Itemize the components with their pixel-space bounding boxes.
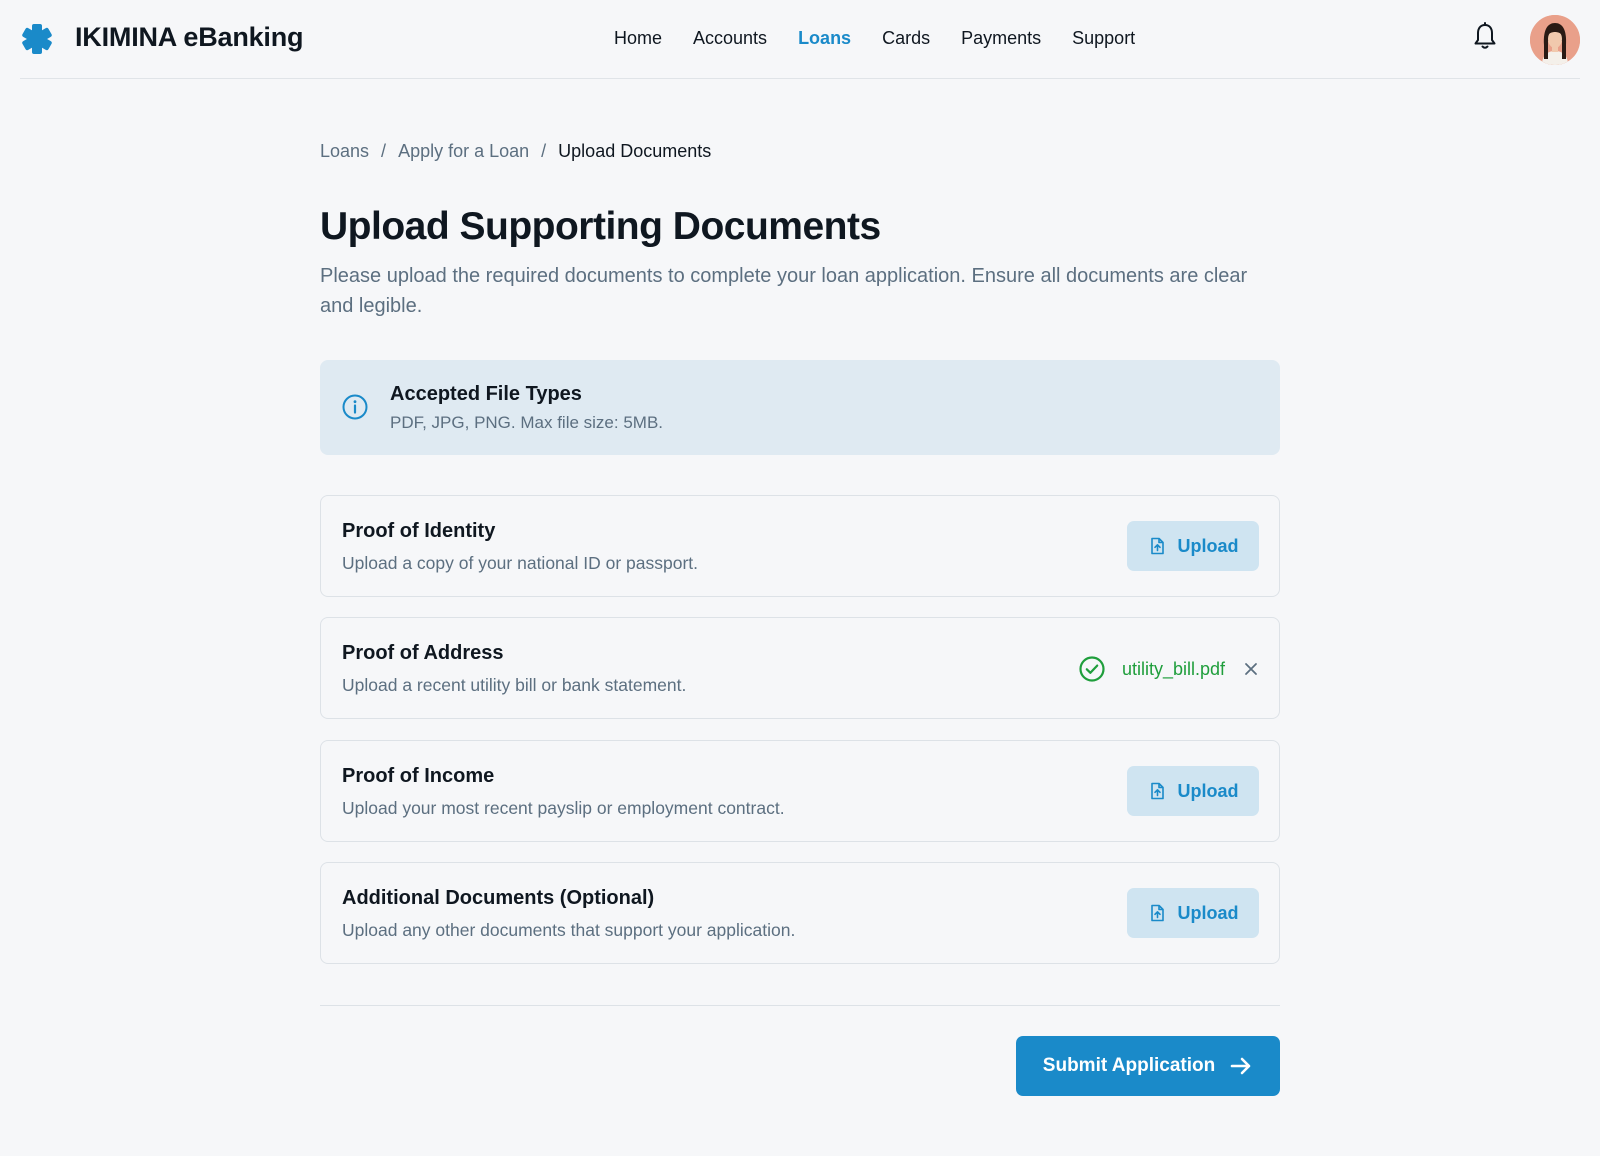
uploaded-file: utility_bill.pdf (1078, 655, 1259, 683)
info-title: Accepted File Types (390, 383, 582, 405)
file-upload-icon (1150, 537, 1164, 555)
document-title: Proof of Address (342, 642, 504, 664)
file-upload-icon (1150, 904, 1164, 922)
nav-payments[interactable]: Payments (961, 28, 1041, 49)
upload-button-label: Upload (1177, 780, 1239, 801)
nav-home[interactable]: Home (614, 28, 662, 49)
document-description: Upload a copy of your national ID or pas… (342, 553, 699, 573)
document-title: Proof of Income (342, 765, 495, 787)
submit-button-label: Submit Application (1042, 1055, 1216, 1076)
top-header: IKIMINA eBanking Home Accounts Loans Car… (20, 0, 1580, 79)
upload-button-label: Upload (1177, 535, 1239, 556)
section-divider (320, 1005, 1280, 1006)
document-description: Upload a recent utility bill or bank sta… (342, 675, 687, 695)
breadcrumb: Loans / Apply for a Loan / Upload Docume… (320, 141, 711, 162)
avatar-portrait-icon (1530, 15, 1580, 65)
breadcrumb-apply-loan[interactable]: Apply for a Loan (398, 141, 529, 162)
accepted-file-types-notice: Accepted File Types PDF, JPG, PNG. Max f… (320, 360, 1280, 455)
arrow-right-icon (1230, 1057, 1251, 1075)
document-card-address: Proof of Address Upload a recent utility… (320, 617, 1280, 719)
nav-accounts[interactable]: Accounts (693, 28, 767, 49)
user-avatar[interactable] (1530, 15, 1580, 65)
file-upload-icon (1150, 782, 1164, 800)
document-card-income: Proof of Income Upload your most recent … (320, 740, 1280, 842)
check-circle-icon (1079, 656, 1105, 682)
document-title: Proof of Identity (342, 520, 496, 542)
brand-name[interactable]: IKIMINA eBanking (75, 22, 304, 53)
info-icon (342, 394, 368, 420)
document-card-identity: Proof of Identity Upload a copy of your … (320, 495, 1280, 597)
nav-cards[interactable]: Cards (882, 28, 930, 49)
document-title: Additional Documents (Optional) (342, 887, 655, 909)
upload-button-label: Upload (1177, 902, 1239, 923)
asterisk-logo-icon (22, 24, 52, 54)
info-text: PDF, JPG, PNG. Max file size: 5MB. (390, 413, 664, 432)
breadcrumb-loans[interactable]: Loans (320, 141, 369, 162)
upload-additional-button[interactable]: Upload (1127, 888, 1259, 938)
main-nav: Home Accounts Loans Cards Payments Suppo… (614, 28, 1166, 49)
notification-bell-icon[interactable] (1472, 22, 1498, 50)
submit-application-button[interactable]: Submit Application (1016, 1036, 1280, 1096)
upload-identity-button[interactable]: Upload (1127, 521, 1259, 571)
nav-loans[interactable]: Loans (798, 28, 851, 49)
breadcrumb-current: Upload Documents (558, 141, 712, 161)
breadcrumb-separator: / (381, 141, 387, 161)
page-description: Please upload the required documents to … (320, 265, 1248, 317)
document-card-additional: Additional Documents (Optional) Upload a… (320, 862, 1280, 964)
close-icon[interactable] (1243, 661, 1259, 677)
upload-income-button[interactable]: Upload (1127, 766, 1259, 816)
breadcrumb-separator: / (541, 141, 547, 161)
document-description: Upload any other documents that support … (342, 920, 796, 940)
document-description: Upload your most recent payslip or emplo… (342, 798, 785, 818)
nav-support[interactable]: Support (1072, 28, 1135, 49)
page-title: Upload Supporting Documents (320, 205, 881, 248)
uploaded-file-name[interactable]: utility_bill.pdf (1122, 659, 1225, 680)
